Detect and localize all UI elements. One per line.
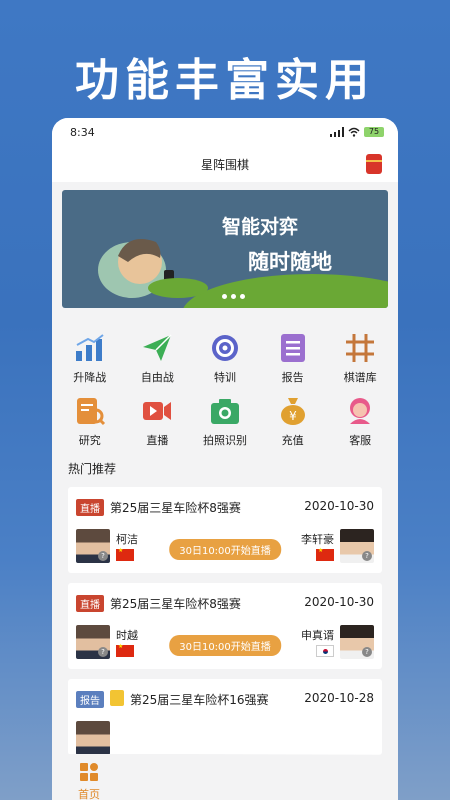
- match-title: 第25届三星车险杯8强赛: [110, 597, 241, 611]
- player-name: 时越: [116, 629, 138, 642]
- svg-text:¥: ¥: [289, 409, 297, 423]
- bar-chart-icon: [73, 332, 107, 364]
- player-avatar[interactable]: [76, 721, 110, 755]
- grid-label: 棋谱库: [343, 371, 377, 384]
- player-name: 李轩豪: [301, 533, 334, 546]
- match-title: 第25届三星车险杯16强赛: [130, 693, 269, 707]
- match-date: 2020-10-30: [304, 595, 374, 609]
- support-icon: [343, 395, 377, 427]
- feature-grid: 升降战 自由战 特训 报告 棋谱库 研究 直播 拍照识别 ¥ 充值 客服: [52, 308, 398, 448]
- china-flag-icon: [316, 547, 334, 561]
- section-title: 热门推荐: [68, 462, 117, 476]
- promo-headline: 功能丰富实用: [75, 55, 375, 106]
- bottom-tab-bar: 首页: [52, 754, 398, 800]
- match-date: 2020-10-30: [304, 499, 374, 513]
- home-grid-icon: [80, 763, 98, 781]
- report-tag: 报告: [76, 691, 104, 708]
- live-start-pill: 30日10:00开始直播: [169, 539, 281, 560]
- paper-plane-icon: [140, 332, 174, 364]
- money-bag-icon: ¥: [276, 395, 310, 427]
- player-name: 柯洁: [116, 533, 138, 546]
- signal-icon: [330, 127, 344, 137]
- grid-label: 拍照识别: [202, 434, 247, 447]
- grid-board-icon: [343, 332, 377, 364]
- match-card[interactable]: 直播 第25届三星车险杯8强赛 2020-10-30 ? 柯洁 30日10:00…: [68, 487, 382, 573]
- banner-line1: 智能对弈: [222, 216, 299, 238]
- camera-icon: [208, 395, 242, 427]
- rank-badge-icon: ?: [98, 551, 108, 561]
- research-icon: [73, 395, 107, 427]
- grid-label: 客服: [349, 434, 372, 447]
- grid-item-ranked[interactable]: 升降战: [56, 332, 124, 385]
- grid-label: 报告: [281, 371, 304, 384]
- promo-banner[interactable]: 智能对弈 随时随地: [62, 190, 388, 308]
- player-avatar[interactable]: ?: [76, 625, 110, 659]
- grid-label: 研究: [78, 434, 101, 447]
- grid-item-report[interactable]: 报告: [259, 332, 327, 385]
- note-icon: [110, 690, 124, 706]
- match-card[interactable]: 报告 第25届三星车险杯16强赛 2020-10-28: [68, 679, 382, 755]
- app-title-bar: 星阵围棋: [52, 146, 398, 182]
- red-envelope-icon[interactable]: [366, 154, 382, 174]
- china-flag-icon: [116, 547, 134, 561]
- match-title: 第25届三星车险杯8强赛: [110, 501, 241, 515]
- banner-pagination[interactable]: [222, 294, 245, 299]
- status-time: 8:34: [70, 125, 95, 139]
- wifi-icon: [348, 127, 360, 137]
- phone-screen: 8:34 75 星阵围棋 智能对弈 随时随地 升降战 自由战 特训 报告 棋谱库…: [52, 118, 398, 800]
- china-flag-icon: [116, 643, 134, 657]
- app-title: 星阵围棋: [200, 157, 249, 172]
- rank-badge-icon: ?: [362, 647, 372, 657]
- live-tag: 直播: [76, 595, 104, 612]
- korea-flag-icon: [316, 645, 334, 657]
- grid-item-research[interactable]: 研究: [56, 395, 124, 448]
- player-avatar[interactable]: ?: [340, 625, 374, 659]
- grid-item-support[interactable]: 客服: [326, 395, 394, 448]
- grid-label: 特训: [213, 371, 236, 384]
- grid-item-free[interactable]: 自由战: [124, 332, 192, 385]
- banner-line2: 随时随地: [248, 250, 332, 274]
- player-avatar[interactable]: ?: [76, 529, 110, 563]
- player-name: 申真谞: [301, 629, 334, 642]
- battery-icon: 75: [364, 127, 384, 137]
- match-card[interactable]: 直播 第25届三星车险杯8强赛 2020-10-30 ? 时越 30日10:00…: [68, 583, 382, 669]
- grid-label: 升降战: [73, 371, 107, 384]
- live-tag: 直播: [76, 499, 104, 516]
- report-icon: [276, 332, 310, 364]
- match-date: 2020-10-28: [304, 691, 374, 705]
- status-bar: 8:34 75: [52, 118, 398, 146]
- rank-badge-icon: ?: [98, 647, 108, 657]
- rank-badge-icon: ?: [362, 551, 372, 561]
- banner-hill: [182, 274, 388, 308]
- player-avatar[interactable]: ?: [340, 529, 374, 563]
- live-start-pill: 30日10:00开始直播: [169, 635, 281, 656]
- banner-illustration: [98, 239, 208, 298]
- grid-item-live[interactable]: 直播: [124, 395, 192, 448]
- grid-label: 自由战: [140, 371, 174, 384]
- grid-label: 充值: [281, 434, 304, 447]
- grid-item-training[interactable]: 特训: [191, 332, 259, 385]
- video-icon: [140, 395, 174, 427]
- tab-home[interactable]: 首页: [78, 762, 100, 800]
- tab-home-label: 首页: [78, 788, 100, 800]
- grid-item-recharge[interactable]: ¥ 充值: [259, 395, 327, 448]
- grid-item-library[interactable]: 棋谱库: [326, 332, 394, 385]
- grid-item-photo[interactable]: 拍照识别: [191, 395, 259, 448]
- target-icon: [208, 332, 242, 364]
- grid-label: 直播: [146, 434, 169, 447]
